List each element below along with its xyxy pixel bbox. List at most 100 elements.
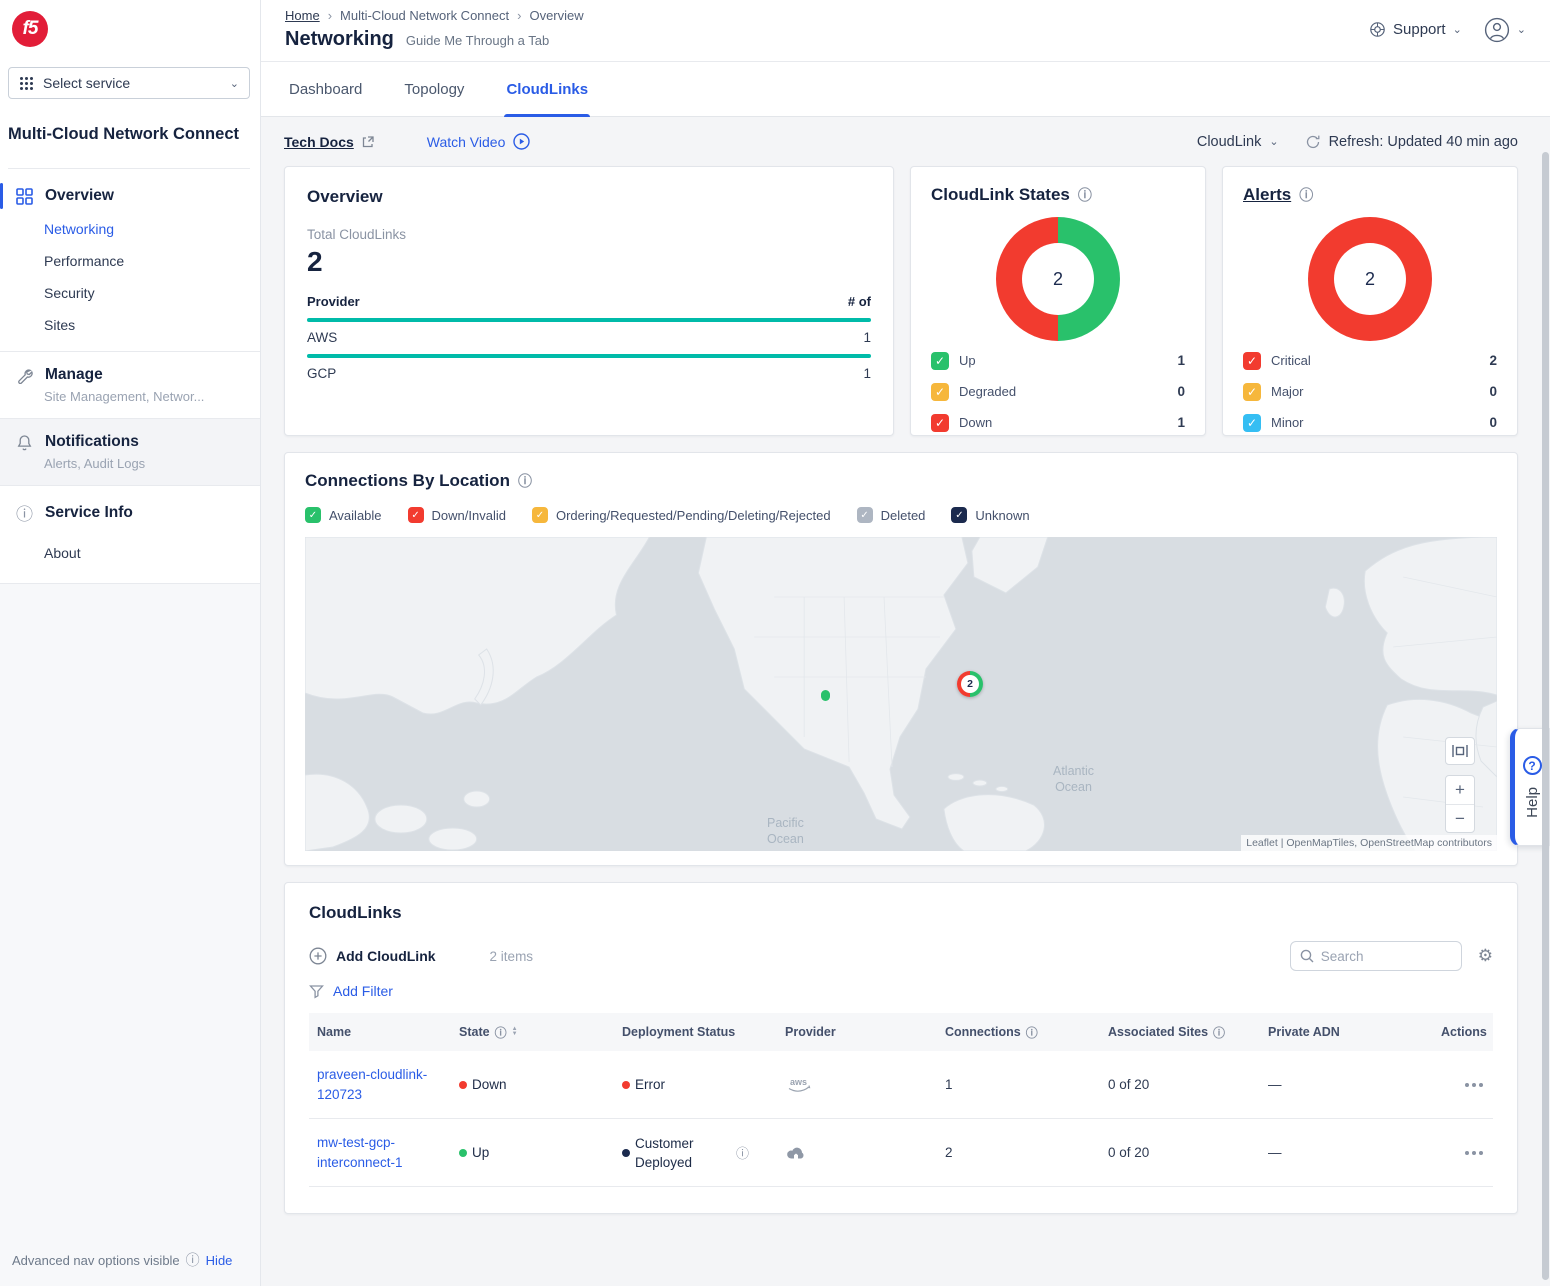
legend-count: 2 [1489,353,1497,368]
map-fit-bounds-button[interactable] [1445,737,1475,765]
checkbox-critical[interactable]: ✓ [1243,352,1261,370]
legend-item-available[interactable]: ✓ Available [305,507,382,523]
tab-topology[interactable]: Topology [402,62,466,116]
sidebar-item-about[interactable]: About [0,537,260,569]
funnel-icon [309,984,324,999]
add-filter-button[interactable]: Add Filter [309,983,1493,999]
provider-name: AWS [307,330,337,345]
select-service-dropdown[interactable]: Select service ⌄ [8,67,250,99]
guide-me-link[interactable]: Guide Me Through a Tab [406,33,549,48]
map-attribution: Leaflet | OpenMapTiles, OpenStreetMap co… [1241,835,1497,851]
overview-card: Overview Total CloudLinks 2 Provider # o… [284,166,894,436]
legend-item-degraded[interactable]: ✓ Degraded 0 [931,376,1185,407]
info-icon[interactable]: ⓘ [1213,1024,1225,1041]
provider-column-header: Provider [307,294,360,309]
help-label: Help [1524,787,1541,818]
sidebar-item-notifications[interactable]: Notifications Alerts, Audit Logs [0,418,260,485]
provider-name: GCP [307,366,336,381]
legend-item-major[interactable]: ✓ Major 0 [1243,376,1497,407]
alerts-card: Alerts ⓘ 2 ✓ Critical 2 ✓ Major 0 ✓ [1222,166,1518,436]
legend-item-ordering[interactable]: ✓ Ordering/Requested/Pending/Deleting/Re… [532,507,831,523]
page-scrollbar[interactable] [1542,152,1549,1280]
info-icon[interactable]: ⓘ [495,1024,507,1041]
watch-video-link[interactable]: Watch Video [427,133,531,150]
legend-item-down-invalid[interactable]: ✓ Down/Invalid [408,507,506,523]
checkbox-down[interactable]: ✓ [931,414,949,432]
support-menu[interactable]: Support ⌄ [1369,21,1462,38]
cloudlink-name-link[interactable]: mw-test-gcp-interconnect-1 [317,1133,435,1173]
refresh-button[interactable]: Refresh: Updated 40 min ago [1305,134,1518,150]
tab-dashboard[interactable]: Dashboard [287,62,364,116]
sidebar-item-sites[interactable]: Sites [0,309,260,341]
checkbox-available[interactable]: ✓ [305,507,321,523]
sidebar-item-security[interactable]: Security [0,277,260,309]
checkbox-up[interactable]: ✓ [931,352,949,370]
info-icon[interactable]: ⓘ [1299,185,1313,205]
info-icon[interactable]: ⓘ [1078,185,1092,205]
sidebar-item-label: Manage [45,366,103,384]
alerts-card-title[interactable]: Alerts [1243,185,1291,205]
cloudlink-scope-dropdown[interactable]: CloudLink ⌄ [1197,134,1279,150]
checkbox-down-invalid[interactable]: ✓ [408,507,424,523]
add-cloudlink-button[interactable]: Add CloudLink [309,947,436,965]
hide-nav-link[interactable]: Hide [206,1253,233,1268]
sidebar-item-networking[interactable]: Networking [0,213,260,245]
pacific-ocean-label: PacificOcean [767,815,804,847]
legend-item-minor[interactable]: ✓ Minor 0 [1243,407,1497,438]
sort-icon[interactable]: ▲▼ [512,1027,518,1037]
world-map[interactable]: PacificOcean AtlanticOcean 2 + − Leaf [305,537,1497,851]
checkbox-major[interactable]: ✓ [1243,383,1261,401]
info-icon: ⓘ [186,1250,200,1270]
sidebar-item-service-info[interactable]: ⓘ Service Info About [0,485,260,583]
deployment-dot [622,1149,630,1157]
legend-item-critical[interactable]: ✓ Critical 2 [1243,345,1497,376]
map-cluster-marker[interactable]: 2 [957,671,983,697]
legend-item-up[interactable]: ✓ Up 1 [931,345,1185,376]
gear-icon[interactable]: ⚙ [1478,946,1493,966]
column-deployment-status[interactable]: Deployment Status [614,1025,777,1039]
cloudlink-name-link[interactable]: praveen-cloudlink-120723 [317,1065,435,1105]
column-name[interactable]: Name [309,1025,451,1039]
legend-item-down[interactable]: ✓ Down 1 [931,407,1185,438]
checkbox-unknown[interactable]: ✓ [951,507,967,523]
state-dot [459,1149,467,1157]
info-icon[interactable]: ⓘ [518,471,532,491]
user-menu[interactable]: ⌄ [1484,17,1526,43]
table-search[interactable] [1290,941,1462,971]
column-state[interactable]: State ⓘ ▲▼ [451,1024,614,1041]
zoom-in-button[interactable]: + [1446,776,1474,804]
search-input[interactable] [1321,949,1431,964]
column-provider[interactable]: Provider [777,1025,937,1039]
breadcrumb: Home › Multi-Cloud Network Connect › Ove… [285,8,584,23]
sidebar-item-overview[interactable]: Overview [0,179,260,213]
column-associated-sites[interactable]: Associated Sites ⓘ [1100,1024,1260,1041]
breadcrumb-mid[interactable]: Multi-Cloud Network Connect [340,8,509,23]
info-icon[interactable]: ⓘ [1026,1024,1038,1041]
sidebar-item-manage[interactable]: Manage Site Management, Networ... [0,351,260,418]
column-private-adn[interactable]: Private ADN [1260,1025,1433,1039]
checkbox-degraded[interactable]: ✓ [931,383,949,401]
column-connections[interactable]: Connections ⓘ [937,1024,1100,1041]
chevron-down-icon: ⌄ [1453,23,1462,36]
legend-item-unknown[interactable]: ✓ Unknown [951,507,1029,523]
legend-item-deleted[interactable]: ✓ Deleted [857,507,926,523]
info-icon[interactable]: ⓘ [736,1143,749,1162]
overview-grid-icon [16,188,33,205]
checkbox-deleted[interactable]: ✓ [857,507,873,523]
leaflet-credit[interactable]: Leaflet [1246,837,1278,849]
f5-logo[interactable]: f5 [12,11,48,47]
sidebar-item-performance[interactable]: Performance [0,245,260,277]
zoom-out-button[interactable]: − [1446,804,1474,832]
checkbox-ordering[interactable]: ✓ [532,507,548,523]
tiles-credit[interactable]: OpenMapTiles, OpenStreetMap contributors [1286,837,1492,849]
table-row: GCP 1 [307,358,871,390]
tab-cloudlinks[interactable]: CloudLinks [504,62,590,116]
svg-text:aws: aws [790,1077,807,1087]
row-actions-menu[interactable] [1465,1083,1483,1087]
tech-docs-link[interactable]: Tech Docs [284,134,375,150]
map-point-marker[interactable] [821,690,830,701]
checkbox-minor[interactable]: ✓ [1243,414,1261,432]
state-value: Down [472,1077,507,1092]
row-actions-menu[interactable] [1465,1151,1483,1155]
breadcrumb-home[interactable]: Home [285,8,320,23]
